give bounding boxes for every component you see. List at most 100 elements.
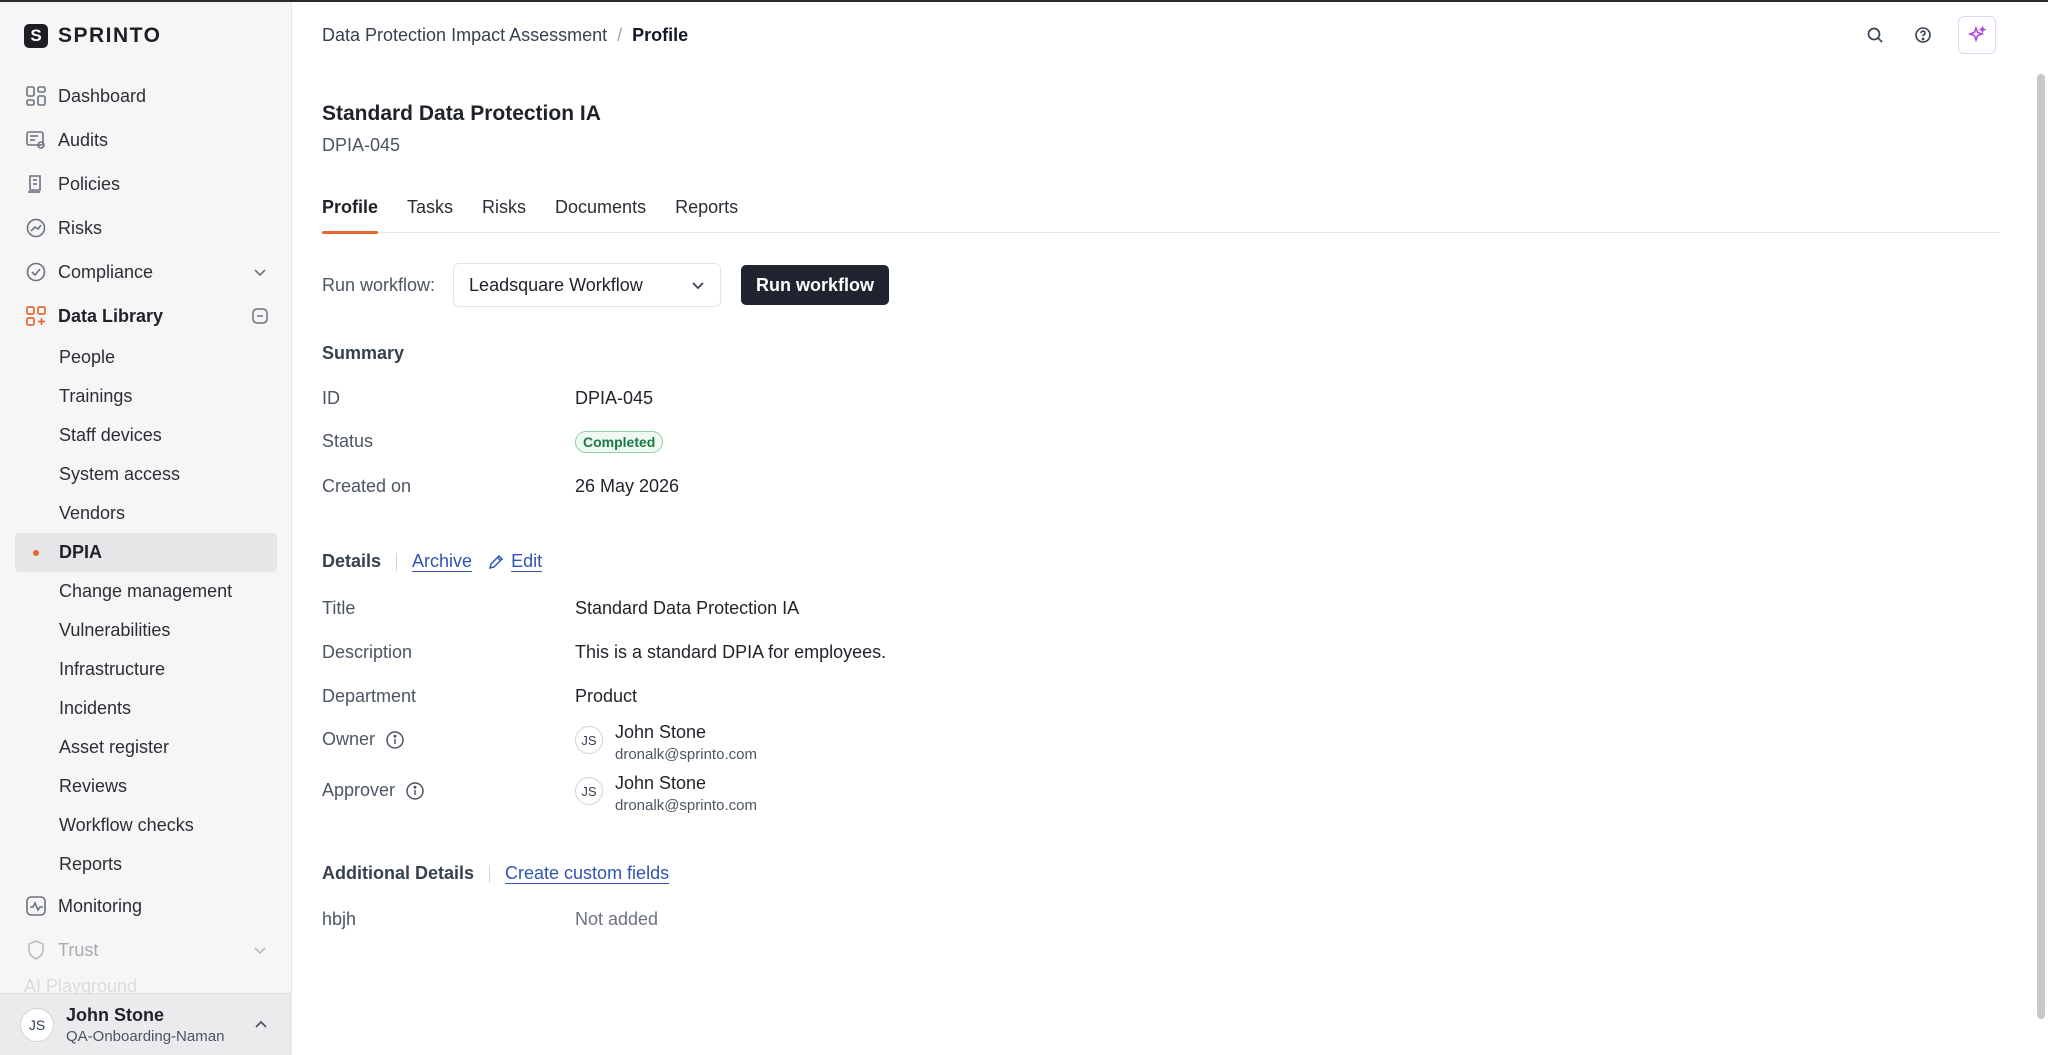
details-heading-row: Details Archive Edit (322, 551, 542, 572)
dashboard-icon (24, 84, 48, 108)
summary-row-id: ID DPIA-045 (322, 388, 1222, 412)
sidebar-subitem-dpia[interactable]: DPIA (15, 533, 277, 572)
additional-row: hbjh Not added (322, 909, 1222, 933)
details-row-description: Description This is a standard DPIA for … (322, 642, 1222, 666)
user-menu[interactable]: JS John Stone QA-Onboarding-Naman (0, 993, 291, 1055)
main-content: Data Protection Impact Assessment / Prof… (293, 2, 2048, 1055)
field-label: Owner (322, 729, 405, 750)
breadcrumb-current: Profile (632, 25, 689, 45)
sidebar-subitem-people[interactable]: People (0, 338, 291, 377)
field-value: Not added (575, 909, 659, 929)
collapse-icon[interactable] (250, 306, 270, 326)
sidebar-subitem-change-management[interactable]: Change management (0, 572, 291, 611)
sidebar-item-risks[interactable]: Risks (0, 206, 291, 250)
sidebar-subitem-reviews[interactable]: Reviews (0, 767, 291, 806)
person-info: John Stone dronalk@sprinto.com (603, 773, 757, 814)
approver-label: Approver (322, 780, 396, 800)
field-label: Status (322, 431, 374, 451)
sidebar-item-audits[interactable]: Audits (0, 118, 291, 162)
sidebar-item-data-library[interactable]: Data Library (0, 294, 291, 338)
data-library-submenu: People Trainings Staff devices System ac… (0, 338, 291, 884)
field-value: Product (575, 686, 638, 706)
tab-reports[interactable]: Reports (675, 195, 738, 233)
sidebar-item-trust[interactable]: Trust (0, 928, 291, 972)
trust-icon (24, 938, 48, 962)
chevron-down-icon[interactable] (250, 940, 270, 960)
user-name: John Stone (66, 1004, 164, 1025)
tab-tasks[interactable]: Tasks (407, 195, 453, 233)
owner-person: JS John Stone dronalk@sprinto.com (575, 722, 757, 763)
policies-icon (24, 172, 48, 196)
field-label: Title (322, 598, 356, 618)
sidebar-subitem-system-access[interactable]: System access (0, 455, 291, 494)
breadcrumb-parent[interactable]: Data Protection Impact Assessment (322, 25, 607, 46)
workflow-label: Run workflow: (322, 274, 436, 295)
edit-action[interactable]: Edit (487, 551, 542, 572)
user-info: John Stone QA-Onboarding-Naman (54, 1005, 224, 1045)
person-email: dronalk@sprinto.com (615, 746, 757, 763)
sidebar-item-label: Audits (58, 129, 109, 150)
sidebar-subitem-infrastructure[interactable]: Infrastructure (0, 650, 291, 689)
sidebar-item-monitoring[interactable]: Monitoring (0, 884, 291, 928)
active-indicator-dot (33, 550, 39, 556)
workflow-select[interactable]: Leadsquare Workflow (453, 263, 722, 307)
sidebar-subitem-asset-register[interactable]: Asset register (0, 728, 291, 767)
page-subtitle: DPIA-045 (322, 135, 401, 155)
chevron-down-icon (688, 275, 708, 295)
create-custom-fields-link[interactable]: Create custom fields (505, 863, 669, 884)
info-icon[interactable] (385, 730, 405, 750)
user-org: QA-Onboarding-Naman (66, 1027, 225, 1045)
summary-row-created: Created on 26 May 2026 (322, 476, 1222, 500)
archive-link[interactable]: Archive (412, 551, 472, 572)
sidebar-subitem-vulnerabilities[interactable]: Vulnerabilities (0, 611, 291, 650)
header-actions (1862, 16, 1996, 54)
field-label: Created on (322, 476, 412, 496)
sidebar-item-label: Trust (58, 939, 99, 960)
field-value: Completed (575, 431, 664, 453)
monitoring-icon (24, 894, 48, 918)
sparkle-icon (1967, 25, 1987, 43)
workflow-select-value: Leadsquare Workflow (469, 274, 643, 295)
search-icon[interactable] (1862, 22, 1888, 48)
chevron-up-icon[interactable] (250, 1014, 272, 1036)
run-workflow-button[interactable]: Run workflow (741, 265, 890, 305)
additional-heading: Additional Details (322, 863, 475, 883)
help-icon[interactable] (1910, 22, 1936, 48)
tab-documents[interactable]: Documents (555, 195, 646, 233)
summary-heading: Summary (322, 343, 405, 363)
field-value: DPIA-045 (575, 388, 654, 408)
scrollbar[interactable] (2034, 72, 2048, 1055)
approver-person: JS John Stone dronalk@sprinto.com (575, 773, 757, 814)
edit-link[interactable]: Edit (511, 551, 542, 572)
sidebar-item-label: Monitoring (58, 895, 143, 916)
info-icon[interactable] (405, 781, 425, 801)
chevron-down-icon[interactable] (250, 262, 270, 282)
sidebar-item-dashboard[interactable]: Dashboard (0, 74, 291, 118)
field-label: Approver (322, 780, 425, 801)
sidebar-item-compliance[interactable]: Compliance (0, 250, 291, 294)
details-row-department: Department Product (322, 686, 1222, 710)
audits-icon (24, 128, 48, 152)
breadcrumb-separator: / (617, 25, 623, 45)
logo[interactable]: S SPRINTO (24, 24, 161, 48)
field-label: hbjh (322, 909, 357, 929)
tab-profile[interactable]: Profile (322, 195, 379, 234)
sidebar-item-policies[interactable]: Policies (0, 162, 291, 206)
sidebar-subitem-workflow-checks[interactable]: Workflow checks (0, 806, 291, 845)
tab-risks[interactable]: Risks (482, 195, 526, 233)
sidebar-item-label: Compliance (58, 261, 154, 282)
person-email: dronalk@sprinto.com (615, 797, 757, 814)
risks-icon (24, 216, 48, 240)
sidebar-subitem-staff-devices[interactable]: Staff devices (0, 416, 291, 455)
ai-sparkle-button[interactable] (1958, 16, 1996, 54)
sidebar-subitem-trainings[interactable]: Trainings (0, 377, 291, 416)
logo-text: SPRINTO (58, 24, 162, 47)
field-label: Description (322, 642, 413, 662)
field-value: Standard Data Protection IA (575, 598, 800, 618)
sidebar-subitem-reports[interactable]: Reports (0, 845, 291, 884)
sidebar-item-label: Dashboard (58, 85, 147, 106)
sidebar-subitem-incidents[interactable]: Incidents (0, 689, 291, 728)
sidebar-subitem-vendors[interactable]: Vendors (0, 494, 291, 533)
sidebar-item-label: Data Library (58, 305, 164, 326)
scrollbar-thumb[interactable] (2037, 74, 2045, 1019)
